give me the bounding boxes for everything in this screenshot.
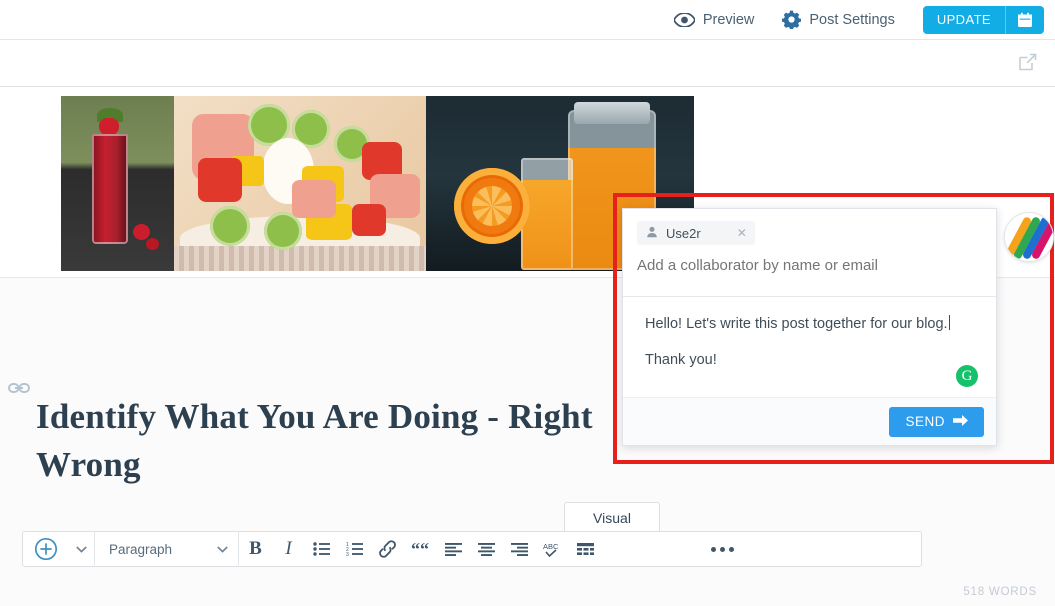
update-button[interactable]: UPDATE: [922, 5, 1044, 34]
svg-text:“: “: [411, 542, 420, 556]
align-center-button[interactable]: [470, 531, 503, 567]
align-right-button[interactable]: [503, 531, 536, 567]
gear-icon: [782, 10, 802, 29]
add-block-caret[interactable]: [69, 531, 95, 567]
svg-text:3: 3: [346, 552, 349, 556]
svg-text:ABC: ABC: [543, 542, 559, 551]
preview-label: Preview: [702, 11, 755, 28]
collaboration-panel: Use2r ✕ Hello! Let's write this post tog…: [622, 208, 997, 446]
insert-link-button[interactable]: [371, 531, 404, 567]
spellcheck-button[interactable]: ABC: [536, 531, 569, 567]
editor-toolbar: Paragraph B I 1 2 3 “ “ ABC: [22, 531, 922, 567]
block-format-caret[interactable]: [207, 531, 239, 567]
add-collaborator-input[interactable]: [637, 257, 982, 274]
post-settings-label: Post Settings: [809, 11, 895, 28]
message-line: Thank you!: [645, 352, 717, 368]
panel-footer: SEND: [623, 397, 996, 445]
message-line: Hello! Let's write this post together fo…: [645, 315, 974, 333]
send-button[interactable]: SEND: [889, 406, 984, 437]
word-count: 518 WORDS: [963, 586, 1037, 598]
text-caret: [948, 315, 950, 330]
brand-logo[interactable]: [1004, 212, 1054, 262]
ellipsis-dot: [710, 546, 716, 552]
secondary-toolbar: [0, 40, 1055, 87]
ellipsis-dot: [719, 546, 725, 552]
tab-visual-label: Visual: [593, 510, 631, 526]
person-icon: [646, 226, 658, 241]
paper-plane-icon: [953, 414, 968, 429]
block-format-select[interactable]: Paragraph: [95, 531, 207, 567]
bullet-list-button[interactable]: [305, 531, 338, 567]
post-settings-button[interactable]: Post Settings: [782, 10, 895, 29]
ellipsis-dot: [728, 546, 734, 552]
featured-image-strip: [61, 96, 694, 271]
calendar-icon[interactable]: [1006, 12, 1044, 28]
message-text: Hello! Let's write this post together fo…: [645, 316, 948, 332]
grammarly-icon[interactable]: G: [956, 365, 978, 387]
page-title[interactable]: Identify What You Are Doing - Right Wron…: [36, 393, 636, 489]
collaborator-field-area: Use2r ✕: [623, 209, 996, 297]
message-body[interactable]: Hello! Let's write this post together fo…: [623, 297, 996, 397]
collaborator-chip[interactable]: Use2r ✕: [637, 221, 755, 245]
external-link-icon[interactable]: [1018, 52, 1038, 77]
preview-button[interactable]: Preview: [673, 11, 755, 28]
blockquote-button[interactable]: “ “: [404, 531, 437, 567]
align-left-button[interactable]: [437, 531, 470, 567]
overflow-button[interactable]: [698, 531, 746, 567]
post-image-smoothie: [61, 96, 174, 271]
numbered-list-button[interactable]: 1 2 3: [338, 531, 371, 567]
eye-icon: [673, 12, 695, 27]
add-block-button[interactable]: [23, 531, 69, 567]
more-formatting-button[interactable]: [569, 531, 602, 567]
tab-visual[interactable]: Visual: [564, 502, 660, 533]
send-label: SEND: [905, 414, 945, 429]
chain-link-icon[interactable]: [8, 381, 30, 400]
post-image-salad: [174, 96, 426, 271]
bold-button[interactable]: B: [239, 531, 272, 567]
app-root: Preview Post Settings UPDATE Identify Wh…: [0, 0, 1055, 606]
italic-button[interactable]: I: [272, 531, 305, 567]
close-icon[interactable]: ✕: [737, 226, 747, 240]
update-label: UPDATE: [936, 12, 991, 27]
top-toolbar: Preview Post Settings UPDATE: [0, 0, 1055, 40]
collaborator-chip-label: Use2r: [666, 225, 701, 241]
block-format-label: Paragraph: [109, 541, 173, 557]
svg-text:“: “: [420, 542, 429, 556]
